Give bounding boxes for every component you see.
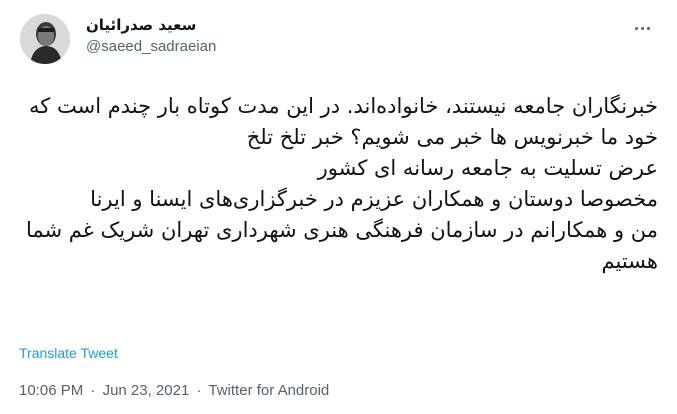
more-dot: [634, 26, 638, 30]
meta-separator: ·: [90, 382, 96, 399]
avatar[interactable]: [20, 14, 70, 64]
tweet-paragraph: مخصوصا دوستان و همکاران عزیزم در خبرگزار…: [90, 187, 658, 211]
tweet-date[interactable]: Jun 23, 2021: [103, 382, 190, 399]
tweet-paragraph: عرض تسلیت به جامعه رسانه ای کشور: [317, 156, 658, 180]
translate-tweet-link[interactable]: Translate Tweet: [19, 345, 118, 361]
more-dot: [646, 26, 650, 30]
tweet-meta: 10:06 PM · Jun 23, 2021 · Twitter for An…: [19, 382, 329, 399]
tweet-text: خبرنگاران جامعه نیستند، خانواده‌اند. در …: [18, 91, 658, 277]
more-options-icon[interactable]: [630, 20, 654, 36]
tweet-paragraph: من و همکارانم در سازمان فرهنگی هنری شهرد…: [26, 218, 658, 273]
meta-separator: ·: [196, 382, 202, 399]
author-block: سعید صدرائیان @saeed_sadraeian: [86, 16, 216, 56]
tweet-time[interactable]: 10:06 PM: [19, 382, 83, 399]
author-handle[interactable]: @saeed_sadraeian: [86, 38, 216, 56]
tweet-paragraph: خبرنگاران جامعه نیستند، خانواده‌اند. در …: [29, 94, 658, 149]
avatar-photo: [20, 14, 70, 64]
tweet: سعید صدرائیان @saeed_sadraeian خبرنگاران…: [0, 0, 677, 414]
author-display-name[interactable]: سعید صدرائیان: [86, 16, 216, 34]
more-dot: [640, 26, 644, 30]
tweet-source[interactable]: Twitter for Android: [208, 382, 329, 399]
